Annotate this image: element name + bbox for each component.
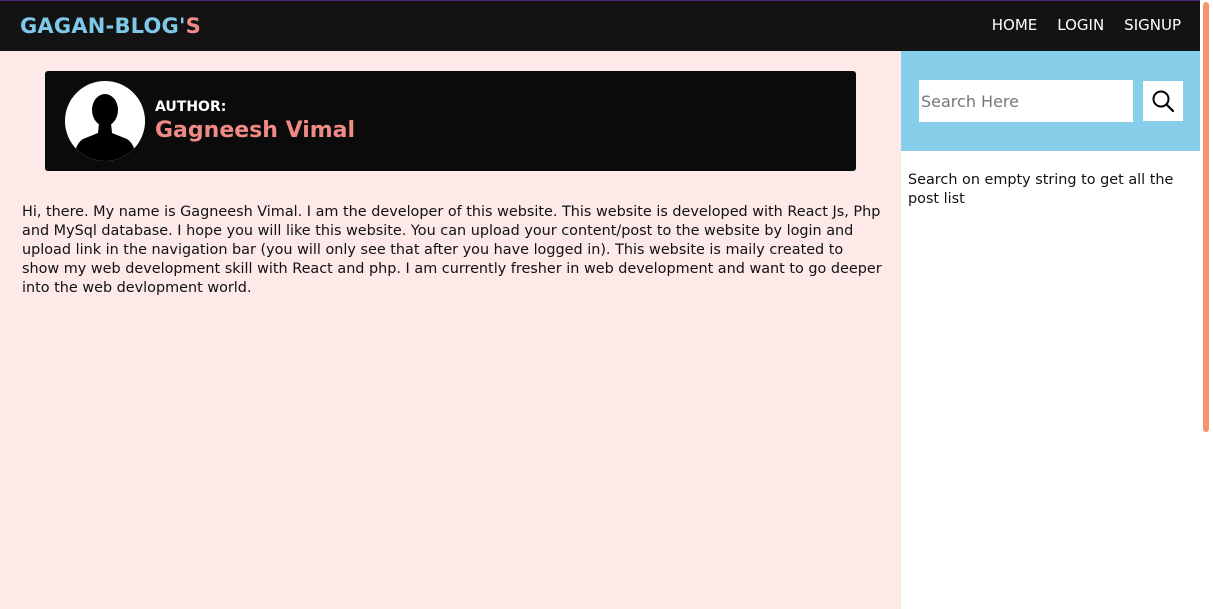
search-hint: Search on empty string to get all the po… <box>908 172 1174 207</box>
user-silhouette-icon <box>65 81 145 161</box>
sidebar: Search on empty string to get all the po… <box>901 51 1200 609</box>
search-panel <box>901 51 1200 151</box>
brand-name-accent: S <box>185 14 201 38</box>
author-card: AUTHOR: Gagneesh Vimal <box>45 71 856 171</box>
scrollbar[interactable] <box>1200 0 1213 609</box>
brand-name-main: GAGAN-BLOG' <box>20 14 186 38</box>
author-name: Gagneesh Vimal <box>155 118 356 143</box>
author-label: AUTHOR: <box>155 99 227 115</box>
search-input[interactable] <box>919 80 1133 122</box>
scrollbar-thumb[interactable] <box>1203 2 1209 432</box>
about-paragraph: Hi, there. My name is Gagneesh Vimal. I … <box>22 204 882 296</box>
search-icon <box>1152 90 1175 113</box>
navbar: GAGAN-BLOG'S HOME LOGIN SIGNUP <box>0 0 1200 51</box>
nav-signup-link[interactable]: SIGNUP <box>1124 16 1181 34</box>
nav-home-link[interactable]: HOME <box>992 16 1038 34</box>
avatar-silhouette-svg <box>65 81 145 161</box>
search-button[interactable] <box>1143 81 1183 121</box>
site-logo[interactable]: GAGAN-BLOG'S <box>20 14 201 38</box>
main-content: AUTHOR: Gagneesh Vimal Hi, there. My nam… <box>0 51 901 609</box>
nav-login-link[interactable]: LOGIN <box>1057 16 1104 34</box>
nav-links: HOME LOGIN SIGNUP <box>992 16 1181 34</box>
